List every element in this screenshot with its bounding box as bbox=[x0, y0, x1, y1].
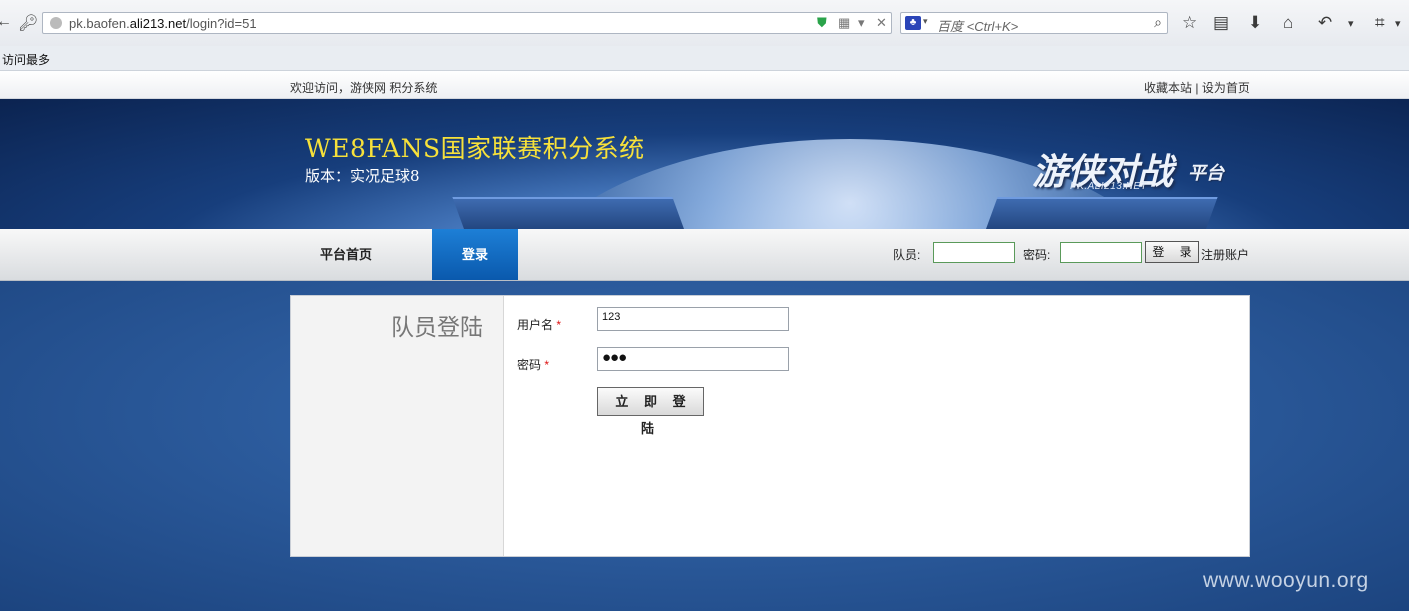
member-input[interactable] bbox=[933, 242, 1015, 263]
download-icon[interactable]: ⬇ bbox=[1248, 13, 1262, 33]
reading-list-icon[interactable]: ▤ bbox=[1213, 13, 1229, 33]
bookmarks-bar: 访问最多 bbox=[0, 46, 1409, 71]
banner-subtitle: 版本：实况足球8 bbox=[305, 167, 420, 185]
login-submit-button[interactable]: 立 即 登 陆 bbox=[597, 387, 704, 436]
password-field[interactable]: ●●● bbox=[597, 347, 789, 371]
key-icon[interactable]: 🔑︎ bbox=[18, 13, 38, 33]
password-input[interactable] bbox=[1060, 242, 1142, 263]
qr-code-icon[interactable]: ▦ bbox=[838, 15, 850, 31]
welcome-text: 欢迎访问，游侠网 积分系统 bbox=[290, 81, 438, 95]
password-label: 密码: bbox=[1023, 248, 1051, 262]
site-top-strip: 欢迎访问，游侠网 积分系统 收藏本站 | 设为首页 bbox=[0, 71, 1409, 99]
crop-icon[interactable]: ⌗ bbox=[1375, 13, 1385, 33]
username-field[interactable]: 123 bbox=[597, 307, 789, 331]
star-icon[interactable]: ☆ bbox=[1182, 13, 1197, 33]
separator: | bbox=[1195, 81, 1199, 95]
back-arrow-icon[interactable]: ← bbox=[0, 13, 12, 31]
bookmark-most-visited[interactable]: 访问最多 bbox=[2, 51, 50, 68]
address-bar[interactable]: pk.baofen.ali213.net/login?id=51 ⛊ ▦ ▾ ✕ bbox=[42, 12, 892, 34]
globe-icon bbox=[50, 17, 62, 29]
search-box[interactable]: ♣ ▾ 百度 <Ctrl+K> ⌕ bbox=[900, 12, 1168, 34]
login-panel: 队员登陆 用户名 * 123 密码 * ●●● 立 即 登 陆 bbox=[290, 295, 1250, 557]
site-logo-url: PK.ALI213.NET bbox=[1070, 181, 1148, 192]
home-icon[interactable]: ⌂ bbox=[1283, 13, 1293, 33]
set-homepage-link[interactable]: 设为首页 bbox=[1202, 81, 1250, 95]
nav-login[interactable]: 登录 bbox=[432, 229, 518, 280]
username-label: 用户名 * bbox=[517, 318, 562, 332]
banner-stand-left bbox=[452, 197, 688, 229]
search-icon[interactable]: ⌕ bbox=[1154, 14, 1162, 31]
paw-icon[interactable]: ♣ bbox=[905, 16, 921, 30]
member-label: 队员: bbox=[893, 248, 921, 262]
chevron-down-icon[interactable]: ▾ bbox=[1395, 17, 1401, 30]
dropdown-icon[interactable]: ▾ bbox=[858, 15, 865, 31]
nav-home[interactable]: 平台首页 bbox=[300, 229, 392, 280]
chevron-down-icon[interactable]: ▾ bbox=[923, 16, 928, 27]
shield-icon[interactable]: ⛊ bbox=[817, 15, 827, 31]
login-heading: 队员登陆 bbox=[391, 314, 483, 340]
password-field-label: 密码 * bbox=[517, 358, 550, 372]
required-mark: * bbox=[556, 318, 562, 332]
chevron-down-icon[interactable]: ▾ bbox=[1348, 17, 1354, 30]
bookmark-site-link[interactable]: 收藏本站 bbox=[1144, 81, 1192, 95]
login-panel-sidebar: 队员登陆 bbox=[291, 296, 504, 556]
search-input[interactable]: 百度 <Ctrl+K> bbox=[937, 16, 1018, 35]
site-banner: WE8FANS国家联赛积分系统 版本：实况足球8 游侠对战 平台 PK.ALI2… bbox=[0, 99, 1409, 229]
close-icon[interactable]: ✕ bbox=[876, 15, 887, 31]
banner-title: WE8FANS国家联赛积分系统 bbox=[305, 134, 645, 163]
watermark: www.wooyun.org bbox=[1203, 569, 1369, 592]
browser-toolbar: ← 🔑︎ pk.baofen.ali213.net/login?id=51 ⛊ … bbox=[0, 0, 1409, 47]
quick-login-button[interactable]: 登 录 bbox=[1145, 241, 1199, 263]
main-nav: 平台首页 登录 队员: 密码: 登 录 注册账户 bbox=[0, 229, 1409, 281]
url-text[interactable]: pk.baofen.ali213.net/login?id=51 bbox=[69, 16, 257, 31]
top-links: 收藏本站 | 设为首页 bbox=[1144, 79, 1250, 96]
banner-stand-right bbox=[982, 197, 1218, 229]
undo-icon[interactable]: ↶ bbox=[1318, 13, 1332, 33]
register-link[interactable]: 注册账户 bbox=[1201, 246, 1249, 263]
required-mark: * bbox=[544, 358, 550, 372]
site-logo-sub: 平台 bbox=[1188, 163, 1224, 183]
